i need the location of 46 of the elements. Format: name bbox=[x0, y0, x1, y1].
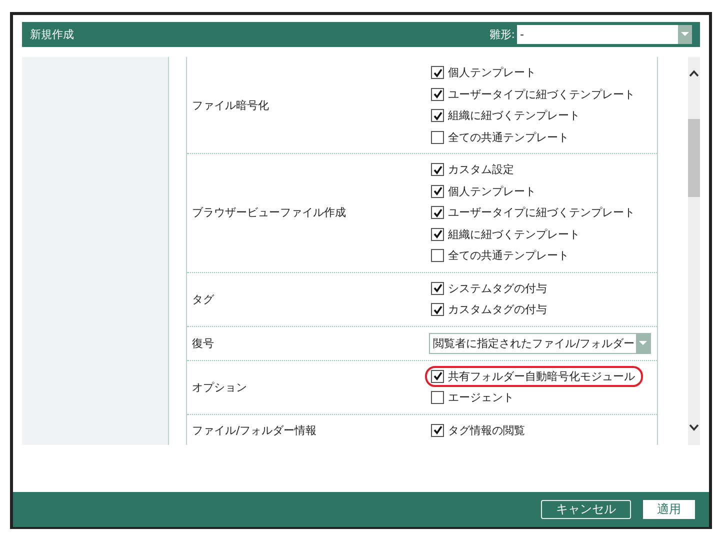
option-label: システムタグの付与 bbox=[448, 280, 547, 296]
dropdown-caret-icon bbox=[636, 334, 650, 352]
option-label: ユーザータイプに紐づくテンプレート bbox=[448, 205, 635, 220]
checkbox[interactable] bbox=[431, 249, 444, 262]
cancel-button[interactable]: キャンセル bbox=[541, 500, 631, 519]
checkbox[interactable] bbox=[431, 282, 444, 295]
scroll-down-icon[interactable] bbox=[689, 424, 699, 431]
checkbox[interactable] bbox=[431, 206, 444, 220]
checkbox[interactable] bbox=[431, 163, 444, 176]
template-label: 雛形: bbox=[489, 27, 515, 42]
checkbox[interactable] bbox=[431, 424, 444, 437]
dropdown-caret-icon bbox=[678, 25, 692, 44]
option-label: 個人テンプレート bbox=[448, 184, 536, 199]
setting-label: ファイル暗号化 bbox=[191, 98, 270, 112]
dialog-title: 新規作成 bbox=[30, 27, 75, 42]
setting-label: オプション bbox=[191, 380, 248, 394]
option-label: 個人テンプレート bbox=[448, 65, 536, 80]
setting-label: ブラウザービューファイル作成 bbox=[191, 205, 347, 220]
decrypt-dropdown[interactable]: 閲覧者に指定されたファイル/フォルダー bbox=[429, 332, 651, 354]
checkbox[interactable] bbox=[431, 66, 444, 80]
option-label: カスタム設定 bbox=[448, 162, 514, 178]
checkbox[interactable] bbox=[431, 228, 444, 241]
template-dropdown[interactable]: - bbox=[517, 25, 692, 44]
checkbox[interactable] bbox=[431, 184, 444, 198]
option-label: カスタムタグの付与 bbox=[448, 302, 547, 318]
setting-label: 復号 bbox=[191, 336, 215, 350]
apply-button[interactable]: 適用 bbox=[643, 500, 695, 519]
scrollbar[interactable] bbox=[688, 57, 700, 445]
option-label: タグ情報の閲覧 bbox=[448, 422, 525, 438]
checkbox[interactable] bbox=[431, 370, 444, 383]
scroll-up-icon[interactable] bbox=[689, 70, 699, 77]
option-label: ユーザータイプに紐づくテンプレート bbox=[448, 86, 635, 102]
option-label: エージェント bbox=[448, 390, 514, 406]
option-label: 全ての共通テンプレート bbox=[448, 130, 569, 145]
scrollbar-thumb[interactable] bbox=[688, 119, 700, 197]
checkbox[interactable] bbox=[431, 391, 444, 404]
checkbox[interactable] bbox=[431, 303, 444, 316]
checkbox[interactable] bbox=[431, 88, 444, 101]
option-label: 組織に紐づくテンプレート bbox=[448, 108, 580, 124]
setting-label: タグ bbox=[191, 292, 216, 306]
option-label: 組織に紐づくテンプレート bbox=[448, 226, 580, 242]
option-label: 全ての共通テンプレート bbox=[448, 248, 569, 264]
checkbox[interactable] bbox=[431, 109, 444, 122]
setting-label: ファイル/フォルダー情報 bbox=[191, 422, 318, 438]
checkbox[interactable] bbox=[431, 130, 444, 144]
option-label: 共有フォルダー自動暗号化モジュール bbox=[448, 368, 635, 384]
